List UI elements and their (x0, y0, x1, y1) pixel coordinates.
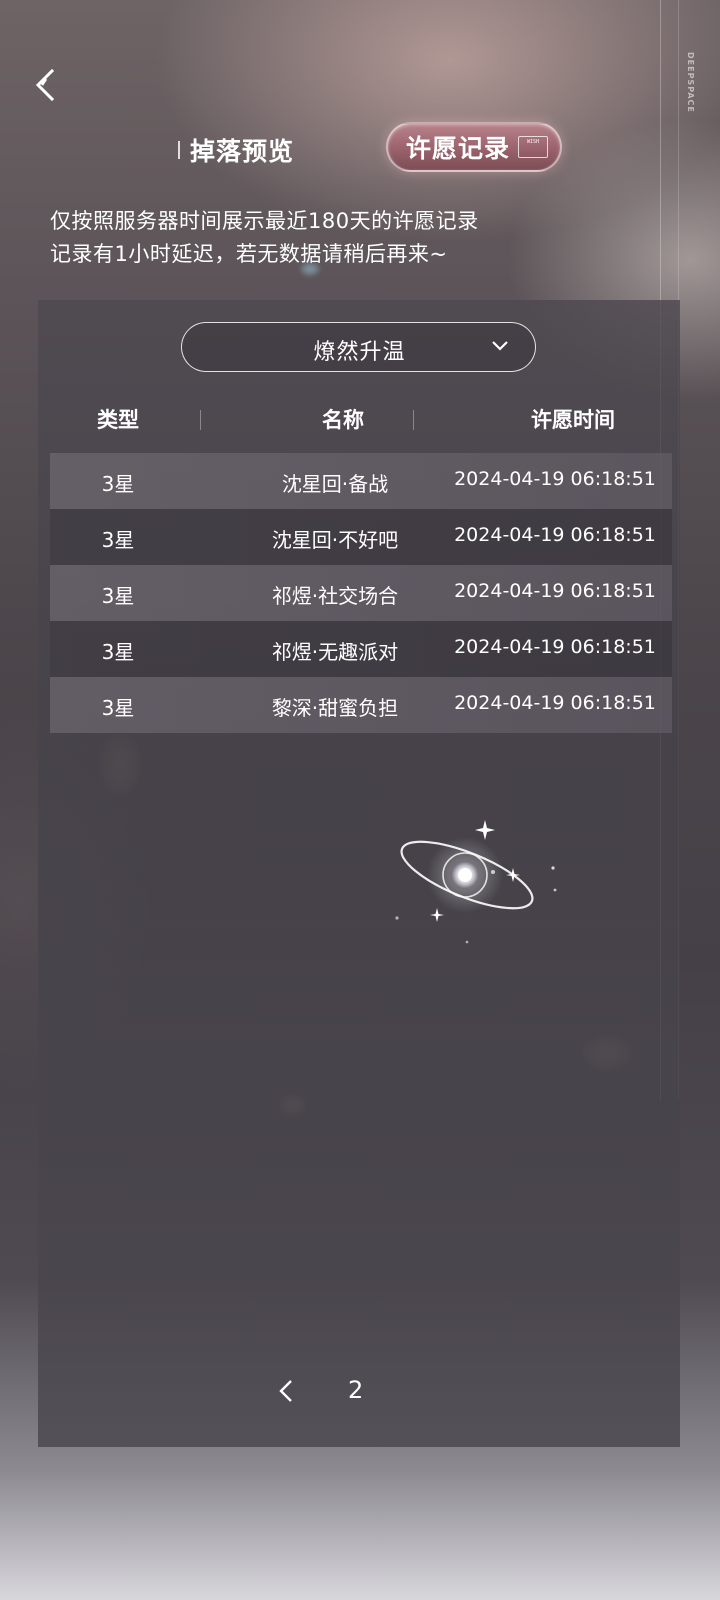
pool-select-value: 燎然升温 (313, 340, 406, 365)
table-row: 3星 祁煜·无趣派对 2024-04-19 06:18:51 (50, 621, 672, 677)
chevron-down-icon (492, 341, 508, 351)
current-page-number: 2 (348, 1376, 364, 1404)
table-row: 3星 沈星回·不好吧 2024-04-19 06:18:51 (50, 509, 672, 565)
tab-tag-badge: WISH (518, 136, 549, 158)
record-notice: 仅按照服务器时间展示最近180天的许愿记录 记录有1小时延迟，若无数据请稍后再来… (50, 205, 479, 271)
back-arrow-icon (35, 68, 55, 102)
tab-wish-history[interactable]: 许愿记录 WISH (386, 122, 562, 172)
brand-watermark: DEEPSPACE (686, 52, 695, 113)
cell-name: 祁煜·社交场合 (271, 584, 399, 608)
column-divider (413, 410, 414, 430)
planet-sparkle-icon (395, 820, 557, 944)
column-divider (200, 410, 201, 430)
cell-time: 2024-04-19 06:18:51 (454, 524, 656, 546)
cell-time: 2024-04-19 06:18:51 (454, 636, 656, 658)
record-table: 3星 沈星回·备战 2024-04-19 06:18:51 3星 沈星回·不好吧… (50, 453, 672, 733)
cell-type: 3星 (101, 472, 135, 496)
back-button[interactable] (32, 68, 64, 102)
column-header-time: 许愿时间 (531, 407, 615, 432)
cell-name: 沈星回·不好吧 (271, 528, 399, 552)
cell-type: 3星 (101, 696, 135, 720)
cell-time: 2024-04-19 06:18:51 (454, 580, 656, 602)
table-row: 3星 祁煜·社交场合 2024-04-19 06:18:51 (50, 565, 672, 621)
column-header-type: 类型 (97, 407, 139, 432)
notice-line: 仅按照服务器时间展示最近180天的许愿记录 (50, 209, 479, 233)
cell-name: 黎深·甜蜜负担 (271, 696, 399, 720)
cell-time: 2024-04-19 06:18:51 (454, 468, 656, 490)
tab-divider (178, 141, 180, 159)
cell-name: 沈星回·备战 (281, 472, 389, 496)
cell-name: 祁煜·无趣派对 (271, 640, 399, 664)
column-header-name: 名称 (322, 407, 364, 432)
table-row: 3星 沈星回·备战 2024-04-19 06:18:51 (50, 453, 672, 509)
tab-label: 掉落预览 (190, 137, 295, 166)
notice-line: 记录有1小时延迟，若无数据请稍后再来~ (50, 242, 448, 266)
table-row: 3星 黎深·甜蜜负担 2024-04-19 06:18:51 (50, 677, 672, 733)
tab-bar: 掉落预览 许愿记录 WISH (0, 122, 720, 176)
tab-tag-text: WISH (526, 139, 540, 145)
cell-time: 2024-04-19 06:18:51 (454, 692, 656, 714)
cell-type: 3星 (101, 584, 135, 608)
cell-type: 3星 (101, 640, 135, 664)
tab-label: 许愿记录 (406, 134, 511, 163)
tab-drop-preview[interactable]: 掉落预览 (178, 132, 294, 168)
cell-type: 3星 (101, 528, 135, 552)
pool-select-dropdown[interactable]: 燎然升温 (181, 322, 536, 372)
table-header: 类型 名称 许愿时间 (38, 398, 680, 442)
pagination: 2 (270, 1372, 390, 1412)
chevron-left-icon[interactable] (276, 1378, 296, 1404)
